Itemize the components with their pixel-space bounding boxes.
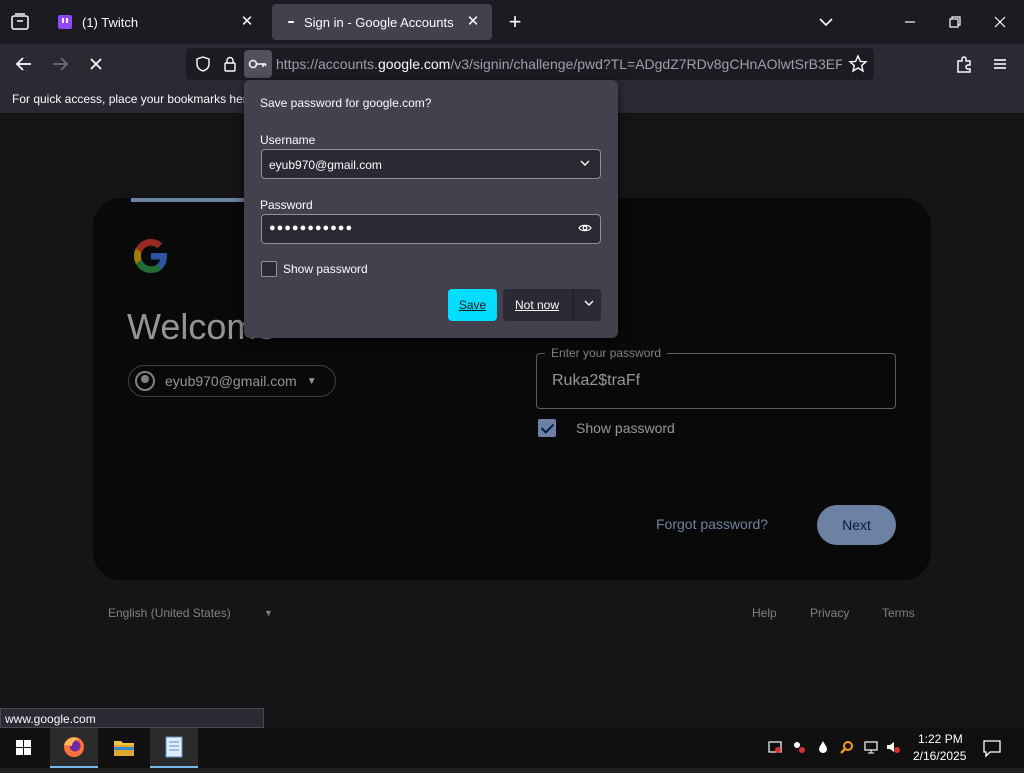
start-button[interactable] (0, 728, 48, 768)
save-button[interactable]: Save (448, 289, 497, 321)
url-path: /v3/signin/challenge/pwd?TL=ADgdZ7RDv8gC… (450, 56, 842, 72)
bookmarks-hint: For quick access, place your bookmarks h… (12, 92, 254, 106)
tab-overflow-chevron-icon[interactable] (816, 12, 836, 32)
network-icon[interactable] (864, 740, 878, 754)
tab-label: (1) Twitch (82, 14, 139, 30)
password-key-icon[interactable] (244, 50, 272, 78)
status-url-tooltip: www.google.com (0, 708, 264, 728)
tab-google-accounts[interactable]: Sign in - Google Accounts ✕ (272, 4, 492, 40)
tracking-protection-shield-icon[interactable] (194, 55, 212, 73)
tab-twitch[interactable]: (1) Twitch ✕ (46, 4, 266, 40)
list-all-tabs-icon[interactable] (10, 12, 30, 32)
menu-icon[interactable] (986, 50, 1014, 78)
firefox-taskbar-icon[interactable] (50, 728, 98, 768)
search-app-icon[interactable] (840, 740, 854, 754)
popup-title: Save password for google.com? (260, 96, 432, 110)
windows-logo-icon (16, 740, 32, 756)
not-now-button[interactable]: Not now (503, 289, 601, 321)
clock-date[interactable]: 2/16/2025 (913, 749, 966, 763)
password-masked-value: ●●●●●●●●●●● (269, 222, 354, 234)
url-text[interactable]: https://accounts.google.com/v3/signin/ch… (276, 56, 842, 72)
forward-icon[interactable] (46, 50, 74, 78)
url-host: google.com (377, 56, 451, 72)
volume-muted-icon[interactable] (886, 740, 900, 754)
chevron-down-icon[interactable] (578, 156, 592, 173)
notepad-taskbar-icon[interactable] (150, 728, 198, 768)
username-label: Username (260, 133, 316, 147)
username-value: eyub970@gmail.com (269, 158, 382, 172)
eye-icon[interactable] (578, 221, 592, 238)
tab-strip: (1) Twitch ✕ Sign in - Google Accounts ✕… (0, 0, 1024, 44)
twitch-icon (58, 15, 72, 29)
show-password-checkbox[interactable] (261, 261, 277, 277)
bookmark-star-icon[interactable] (848, 54, 868, 74)
close-window-button[interactable] (990, 12, 1010, 32)
lock-icon[interactable] (221, 55, 239, 73)
new-tab-button[interactable]: + (503, 10, 527, 34)
tab-label: Sign in - Google Accounts (304, 14, 454, 30)
chevron-down-icon[interactable] (583, 297, 595, 312)
save-password-popup: Save password for google.com? Username e… (244, 80, 618, 338)
password-field[interactable]: ●●●●●●●●●●● (261, 214, 601, 244)
stop-loading-icon[interactable] (82, 50, 110, 78)
username-field[interactable]: eyub970@gmail.com (261, 149, 601, 179)
clock-time[interactable]: 1:22 PM (918, 732, 963, 746)
show-password-label[interactable]: Show password (283, 262, 368, 276)
url-prefix: https://accounts. (276, 56, 378, 72)
droplet-icon[interactable] (816, 740, 830, 754)
network-error-icon[interactable] (792, 740, 806, 754)
close-tab-icon[interactable]: ✕ (238, 13, 256, 31)
close-tab-icon[interactable]: ✕ (464, 13, 482, 31)
divider (573, 289, 574, 321)
not-now-label: Not now (515, 298, 560, 312)
back-icon[interactable] (10, 50, 38, 78)
file-explorer-icon[interactable] (100, 728, 148, 768)
restore-button[interactable] (945, 12, 965, 32)
minimize-button[interactable] (900, 12, 920, 32)
extensions-icon[interactable] (950, 50, 978, 78)
security-alert-icon[interactable] (768, 740, 782, 754)
password-label: Password (260, 198, 313, 212)
address-bar[interactable]: https://accounts.google.com/v3/signin/ch… (186, 48, 874, 80)
taskbar: 1:22 PM 2/16/2025 (0, 728, 1024, 768)
notification-center-icon[interactable] (982, 738, 1002, 758)
loading-icon (288, 21, 294, 23)
